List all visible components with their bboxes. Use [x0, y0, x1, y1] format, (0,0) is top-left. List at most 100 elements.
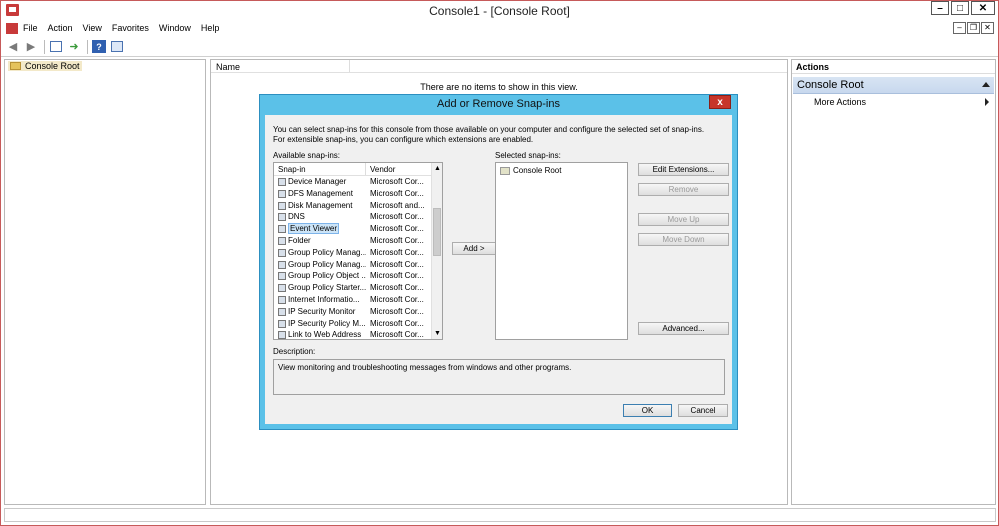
tree-item-console-root[interactable]: Console Root [8, 61, 82, 71]
snapin-vendor: Microsoft Cor... [370, 212, 424, 222]
minimize-button[interactable]: – [931, 1, 949, 15]
snapin-vendor: Microsoft Cor... [370, 306, 424, 316]
snapin-vendor: Microsoft Cor... [370, 259, 424, 269]
list-item[interactable]: Group Policy Starter... Microsoft Cor... [274, 282, 442, 294]
help-icon[interactable]: ? [92, 40, 106, 53]
column-header-vendor[interactable]: Vendor [370, 165, 395, 174]
empty-message: There are no items to show in this view. [420, 82, 578, 92]
list-item[interactable]: Disk Management Microsoft and... [274, 200, 442, 212]
actions-title: Actions [792, 60, 995, 74]
toolbar-separator [87, 39, 88, 54]
folder-icon [10, 62, 21, 70]
menu-favorites[interactable]: Favorites [112, 23, 149, 33]
list-item[interactable]: DFS Management Microsoft Cor... [274, 188, 442, 200]
actions-section-header[interactable]: Console Root [793, 77, 994, 94]
doc-close-button[interactable]: ✕ [981, 22, 994, 34]
list-item[interactable]: Group Policy Object ... Microsoft Cor... [274, 270, 442, 282]
scroll-thumb[interactable] [433, 208, 441, 256]
list-item[interactable]: Group Policy Manag... Microsoft Cor... [274, 247, 442, 259]
actions-pane: Actions Console Root More Actions [791, 59, 996, 505]
scroll-down-icon[interactable]: ▼ [432, 328, 442, 339]
snapin-name: Event Viewer [288, 223, 339, 235]
export-list-icon[interactable]: ➜ [67, 40, 81, 53]
move-up-button[interactable]: Move Up [638, 213, 729, 226]
snapin-icon [278, 260, 286, 269]
snapin-vendor: Microsoft Cor... [370, 235, 424, 245]
maximize-button[interactable]: □ [951, 1, 969, 15]
list-item[interactable]: IP Security Monitor Microsoft Cor... [274, 306, 442, 318]
list-item[interactable]: Console Root [500, 166, 561, 175]
actions-section-label: Console Root [797, 79, 864, 91]
menu-help[interactable]: Help [201, 23, 220, 33]
edit-extensions-button[interactable]: Edit Extensions... [638, 163, 729, 176]
snapin-vendor: Microsoft Cor... [370, 283, 424, 293]
list-item[interactable]: Device Manager Microsoft Cor... [274, 176, 442, 188]
snapin-name: Internet Informatio... [288, 294, 360, 304]
dialog-close-button[interactable]: x [709, 95, 731, 109]
description-label: Description: [273, 347, 316, 356]
snapin-name: Device Manager [288, 177, 347, 186]
doc-restore-button[interactable]: ❐ [967, 22, 980, 34]
cancel-button[interactable]: Cancel [678, 404, 728, 417]
menu-view[interactable]: View [83, 23, 102, 33]
add-button[interactable]: Add > [452, 242, 496, 255]
column-divider[interactable] [365, 163, 366, 175]
selected-snapins-list[interactable]: Console Root [495, 162, 628, 340]
snapin-name: Group Policy Manag... [288, 247, 366, 257]
toolbar-separator [44, 39, 45, 54]
document-icon[interactable] [6, 23, 18, 34]
collapse-triangle-icon[interactable] [982, 82, 990, 87]
menu-action[interactable]: Action [48, 23, 73, 33]
list-item[interactable]: DNS Microsoft Cor... [274, 211, 442, 223]
snapin-name: Group Policy Manag... [288, 259, 366, 269]
snapin-icon [278, 295, 286, 304]
list-item[interactable]: IP Security Policy M... Microsoft Cor... [274, 318, 442, 330]
column-divider[interactable] [349, 60, 350, 72]
snapin-icon [278, 201, 286, 210]
list-item[interactable]: Folder Microsoft Cor... [274, 235, 442, 247]
scroll-up-icon[interactable]: ▲ [432, 163, 442, 174]
list-item[interactable]: Event Viewer Microsoft Cor... [274, 223, 442, 235]
snapin-name: IP Security Monitor [288, 306, 356, 316]
available-snapins-label: Available snap-ins: [273, 151, 341, 160]
snapin-icon [278, 248, 286, 257]
snapin-vendor: Microsoft Cor... [370, 177, 424, 186]
ok-button[interactable]: OK [623, 404, 672, 417]
snapin-name: Link to Web Address [288, 330, 362, 340]
show-hide-tree-icon[interactable] [49, 40, 63, 53]
snapin-icon [278, 225, 286, 234]
column-header-snapin[interactable]: Snap-in [278, 165, 306, 174]
window-title: Console1 - [Console Root] [429, 4, 570, 18]
title-bar: Console1 - [Console Root] – □ ✕ [1, 1, 998, 21]
list-item[interactable]: Group Policy Manag... Microsoft Cor... [274, 259, 442, 271]
description-box: View monitoring and troubleshooting mess… [273, 359, 725, 395]
snapin-name: IP Security Policy M... [288, 318, 366, 328]
snapin-vendor: Microsoft Cor... [370, 330, 424, 340]
doc-minimize-button[interactable]: – [953, 22, 966, 34]
advanced-button[interactable]: Advanced... [638, 322, 729, 335]
console-root-icon [500, 166, 510, 175]
tree-item-label: Console Root [25, 61, 80, 71]
snapin-name: DNS [288, 212, 305, 222]
snapin-icon [278, 284, 286, 293]
snapin-vendor: Microsoft Cor... [370, 318, 424, 328]
close-window-button[interactable]: ✕ [971, 1, 995, 15]
add-remove-snapins-dialog: Add or Remove Snap-ins x You can select … [259, 94, 738, 430]
vertical-scrollbar[interactable]: ▲ ▼ [431, 163, 442, 339]
toolbar: ◀ ▶ ➜ ? [1, 37, 998, 57]
menu-window[interactable]: Window [159, 23, 191, 33]
forward-arrow-icon[interactable]: ▶ [24, 40, 38, 53]
available-snapins-list[interactable]: Snap-in Vendor Device Manager Microsoft C… [273, 162, 443, 340]
menu-file[interactable]: File [23, 23, 38, 33]
status-bar [4, 508, 996, 522]
move-down-button[interactable]: Move Down [638, 233, 729, 246]
column-header-name[interactable]: Name [216, 62, 240, 72]
snapin-icon [278, 307, 286, 316]
menu-bar: File Action View Favorites Window Help –… [1, 21, 998, 37]
list-item[interactable]: Link to Web Address Microsoft Cor... [274, 329, 442, 340]
back-arrow-icon[interactable]: ◀ [6, 40, 20, 53]
list-item[interactable]: Internet Informatio... Microsoft Cor... [274, 294, 442, 306]
more-actions-item[interactable]: More Actions [814, 97, 989, 107]
show-hide-action-pane-icon[interactable] [110, 40, 124, 53]
remove-button[interactable]: Remove [638, 183, 729, 196]
